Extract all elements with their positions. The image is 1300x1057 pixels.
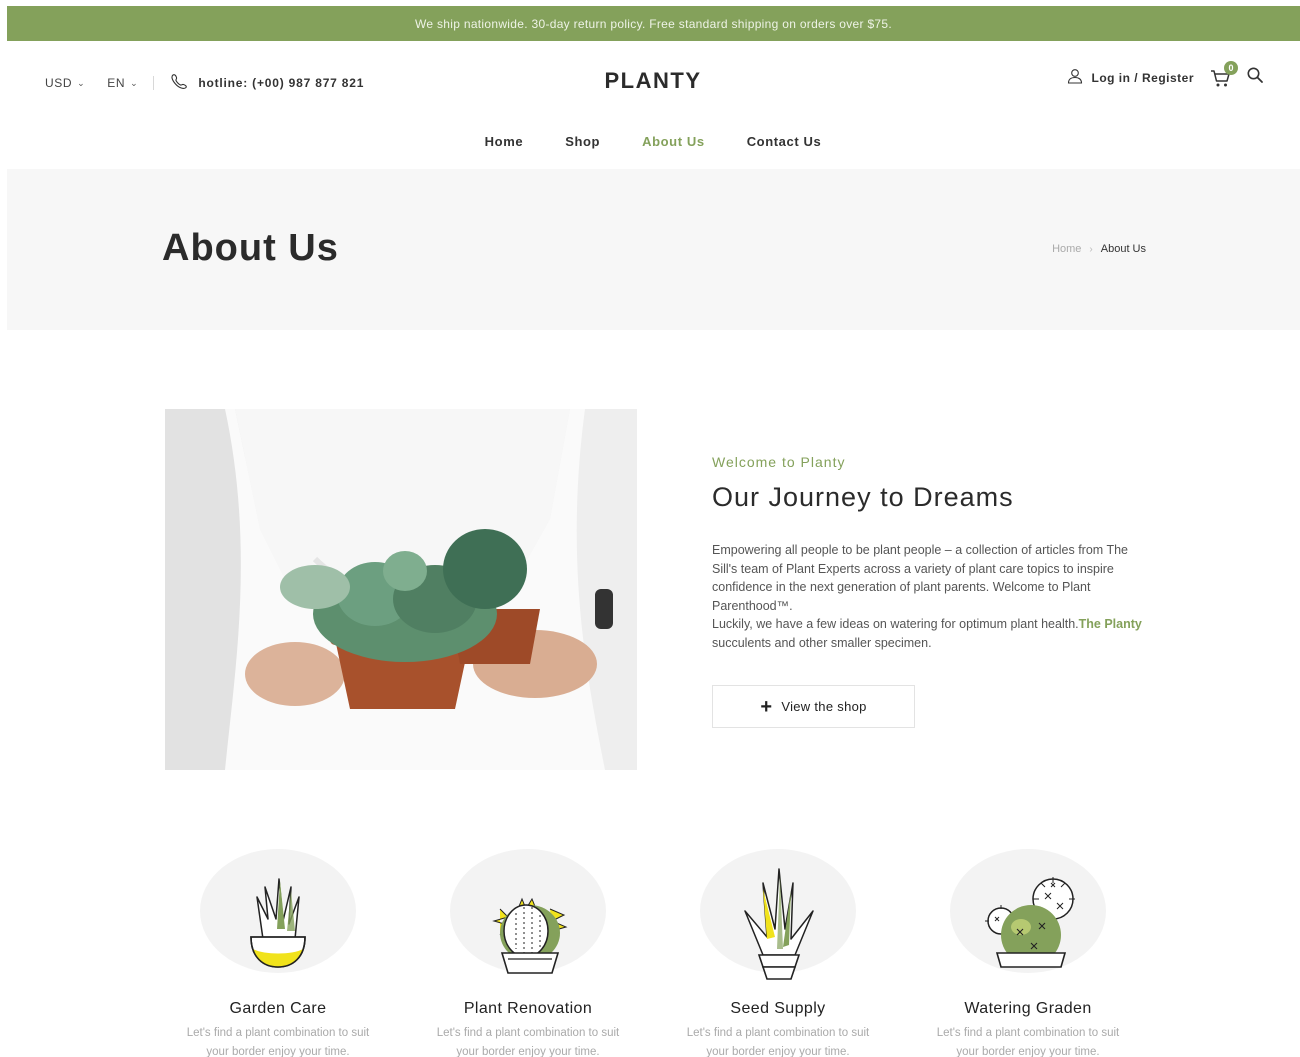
feature-text-line-2: your border enjoy your time. bbox=[456, 1046, 600, 1057]
cart-icon bbox=[1210, 69, 1232, 93]
search-button[interactable] bbox=[1246, 66, 1264, 89]
intro-heading: Our Journey to Dreams bbox=[712, 482, 1014, 512]
page-header: About Us Home › About Us bbox=[7, 169, 1300, 330]
login-label: Log in / Register bbox=[1091, 70, 1194, 85]
feature-text-line-2: your border enjoy your time. bbox=[206, 1046, 350, 1057]
plus-icon: + bbox=[760, 695, 773, 718]
feature-title: Watering Graden bbox=[964, 1000, 1092, 1017]
nav-item-home[interactable]: Home bbox=[485, 134, 524, 149]
nav-item-about-us[interactable]: About Us bbox=[642, 134, 705, 149]
feature-icon-circle bbox=[700, 849, 856, 980]
feature-text: Let's find a plant combination to suit yo… bbox=[663, 1024, 893, 1057]
intro-paragraph-2-pre: Luckily, we have a few ideas on watering… bbox=[712, 617, 1079, 632]
brand-highlight: The Planty bbox=[1078, 617, 1142, 632]
ball-cactus-icon bbox=[985, 877, 1075, 968]
intro-section: Welcome to Planty Our Journey to Dreams … bbox=[712, 454, 1152, 728]
potted-plant-icon bbox=[250, 878, 306, 968]
nav-item-contact-us[interactable]: Contact Us bbox=[747, 134, 822, 149]
search-icon bbox=[1246, 67, 1264, 88]
feature-garden-care: Garden Care Let's find a plant combinati… bbox=[163, 849, 393, 1057]
intro-paragraph: Empowering all people to be plant people… bbox=[712, 541, 1152, 653]
feature-title: Plant Renovation bbox=[463, 1000, 593, 1017]
feature-title: Seed Supply bbox=[730, 1000, 826, 1017]
main-nav: Home Shop About Us Contact Us bbox=[0, 134, 1300, 149]
feature-seed-supply: Seed Supply Let's find a plant combinati… bbox=[663, 849, 893, 1057]
feature-plant-renovation: Plant Renovation Let's find a plant comb… bbox=[413, 849, 643, 1057]
feature-text: Let's find a plant combination to suit yo… bbox=[163, 1024, 393, 1057]
intro-paragraph-1: Empowering all people to be plant people… bbox=[712, 543, 1128, 613]
feature-text: Let's find a plant combination to suit yo… bbox=[413, 1024, 643, 1057]
aloe-plant-icon bbox=[744, 868, 814, 980]
view-shop-button[interactable]: + View the shop bbox=[712, 685, 915, 728]
view-shop-label: View the shop bbox=[781, 699, 867, 714]
feature-text-line-1: Let's find a plant combination to suit bbox=[686, 1027, 870, 1039]
nav-item-shop[interactable]: Shop bbox=[565, 134, 600, 149]
user-icon bbox=[1067, 68, 1091, 87]
intro-eyebrow: Welcome to Planty bbox=[712, 454, 846, 470]
announcement-text: We ship nationwide. 30-day return policy… bbox=[414, 16, 892, 31]
page-title: About Us bbox=[162, 227, 339, 269]
feature-title: Garden Care bbox=[229, 1000, 327, 1017]
breadcrumb: Home › About Us bbox=[1052, 243, 1146, 255]
announcement-bar: We ship nationwide. 30-day return policy… bbox=[7, 6, 1300, 41]
feature-icon-circle bbox=[200, 849, 356, 973]
breadcrumb-current: About Us bbox=[1100, 243, 1146, 255]
feature-text-line-1: Let's find a plant combination to suit bbox=[936, 1027, 1120, 1039]
site-header: USD ⌄ EN ⌄ hotline: (+00) 987 877 821 PL… bbox=[0, 60, 1300, 104]
feature-icon-circle bbox=[950, 849, 1106, 973]
cart-count-badge: 0 bbox=[1224, 60, 1238, 75]
feature-text-line-1: Let's find a plant combination to suit bbox=[186, 1027, 370, 1039]
login-register-link[interactable]: Log in / Register bbox=[1067, 68, 1194, 87]
cart-button[interactable]: 0 bbox=[1210, 60, 1238, 89]
chevron-right-icon: › bbox=[1089, 243, 1093, 255]
flowering-cactus-icon bbox=[492, 897, 568, 974]
about-photo-woman-holding-succulents bbox=[165, 409, 637, 770]
header-right: Log in / Register 0 bbox=[1067, 60, 1264, 89]
feature-watering-garden: Watering Graden Let's find a plant combi… bbox=[913, 849, 1143, 1057]
feature-icon-circle bbox=[450, 849, 606, 974]
breadcrumb-home-link[interactable]: Home bbox=[1052, 243, 1081, 255]
intro-paragraph-2-post: succulents and other smaller specimen. bbox=[712, 635, 932, 650]
feature-text-line-2: your border enjoy your time. bbox=[706, 1046, 850, 1057]
feature-text-line-1: Let's find a plant combination to suit bbox=[436, 1027, 620, 1039]
feature-text: Let's find a plant combination to suit yo… bbox=[913, 1024, 1143, 1057]
feature-text-line-2: your border enjoy your time. bbox=[956, 1046, 1100, 1057]
